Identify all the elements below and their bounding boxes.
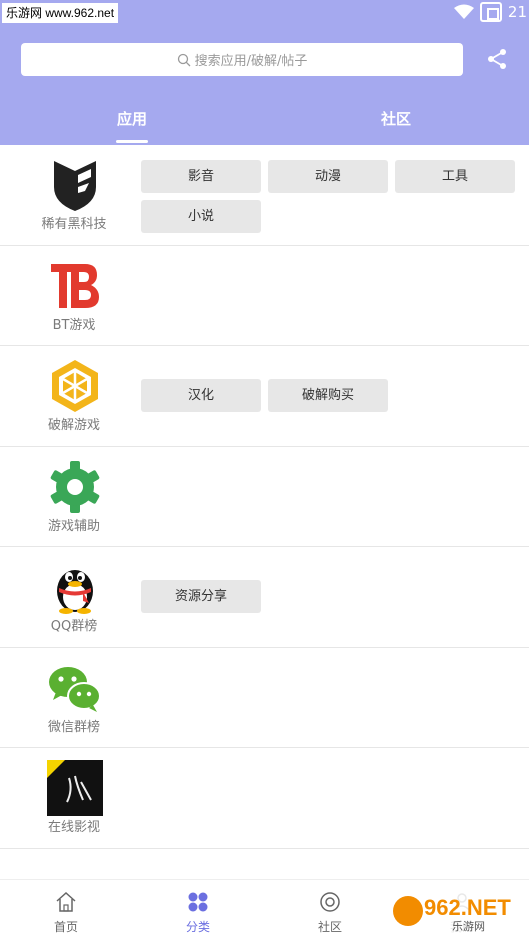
category-label: 游戏辅助: [47, 518, 100, 534]
category-row: 稀有黑科技 影音 动漫 工具 小说: [0, 145, 529, 246]
hexagon-icon: [52, 360, 98, 412]
category-item[interactable]: 微信群榜: [0, 648, 148, 748]
watermark-logo-text: 962.NET: [424, 895, 511, 920]
tag-button[interactable]: 汉化: [141, 379, 261, 412]
watermark-text: 乐游网 www.962.net: [2, 3, 119, 23]
home-icon: [56, 891, 76, 912]
screenshot-icon[interactable]: [479, 2, 502, 22]
tag-button[interactable]: 破解购买: [268, 379, 388, 412]
category-item[interactable]: 游戏辅助: [0, 447, 148, 547]
search-icon: [177, 53, 191, 66]
tab-apps[interactable]: 应用: [42, 100, 222, 145]
tag-button[interactable]: 资源分享: [141, 580, 261, 613]
nav-label: 社区: [317, 920, 342, 934]
bt-logo-icon: [51, 263, 99, 308]
tag-button[interactable]: 工具: [395, 160, 515, 193]
nav-label: 分类: [185, 920, 210, 934]
category-list: 稀有黑科技 影音 动漫 工具 小说 BT游戏 破解游戏 汉化 破解购买 游戏辅助…: [0, 145, 529, 849]
category-label: 微信群榜: [47, 719, 100, 735]
category-row: 在线影视: [0, 748, 529, 849]
community-icon: [320, 892, 340, 912]
category-row: 微信群榜: [0, 648, 529, 748]
movie-poster-icon: [47, 760, 103, 816]
watermark-logo-subtext: 乐游网: [452, 920, 485, 933]
category-row: 游戏辅助: [0, 447, 529, 547]
category-row: QQ群榜 资源分享: [0, 547, 529, 648]
gear-icon: [50, 460, 100, 513]
category-row: 破解游戏 汉化 破解购买: [0, 346, 529, 447]
qq-penguin-icon: [57, 570, 93, 614]
status-time: 21: [507, 3, 527, 21]
category-item[interactable]: 稀有黑科技: [0, 145, 148, 245]
header: 乐游网 www.962.net 21 搜索应用/破解/帖子 应用 社区: [0, 0, 529, 145]
category-row: BT游戏: [0, 246, 529, 346]
category-label: QQ群榜: [50, 619, 98, 634]
nav-community[interactable]: 社区: [264, 880, 396, 941]
black-shield-icon: [54, 161, 96, 211]
tab-bar: 应用 社区: [0, 100, 529, 145]
wechat-icon: [49, 666, 101, 712]
tag-button[interactable]: 小说: [141, 200, 261, 233]
wifi-icon: [453, 4, 474, 19]
nav-category[interactable]: 分类: [132, 880, 264, 941]
category-item[interactable]: 在线影视: [0, 748, 148, 848]
search-placeholder: 搜索应用/破解/帖子: [194, 54, 308, 69]
tag-button[interactable]: 影音: [141, 160, 261, 193]
tab-community[interactable]: 社区: [306, 100, 486, 145]
tag-button[interactable]: 动漫: [268, 160, 388, 193]
share-icon[interactable]: [486, 48, 508, 70]
watermark-logo: 962.NET 乐游网: [390, 888, 526, 934]
category-icon: [188, 892, 208, 912]
status-bar: 21: [453, 0, 529, 24]
category-item[interactable]: 破解游戏: [0, 346, 148, 446]
active-tab-indicator: [116, 140, 148, 143]
category-label: 破解游戏: [47, 418, 100, 433]
nav-label: 首页: [53, 920, 78, 934]
category-label: 稀有黑科技: [41, 217, 107, 232]
nav-home[interactable]: 首页: [0, 880, 132, 941]
search-input[interactable]: 搜索应用/破解/帖子: [21, 43, 463, 76]
category-item[interactable]: BT游戏: [0, 246, 148, 346]
category-label: 在线影视: [47, 820, 100, 835]
category-item[interactable]: QQ群榜: [0, 547, 148, 647]
category-label: BT游戏: [52, 317, 96, 333]
